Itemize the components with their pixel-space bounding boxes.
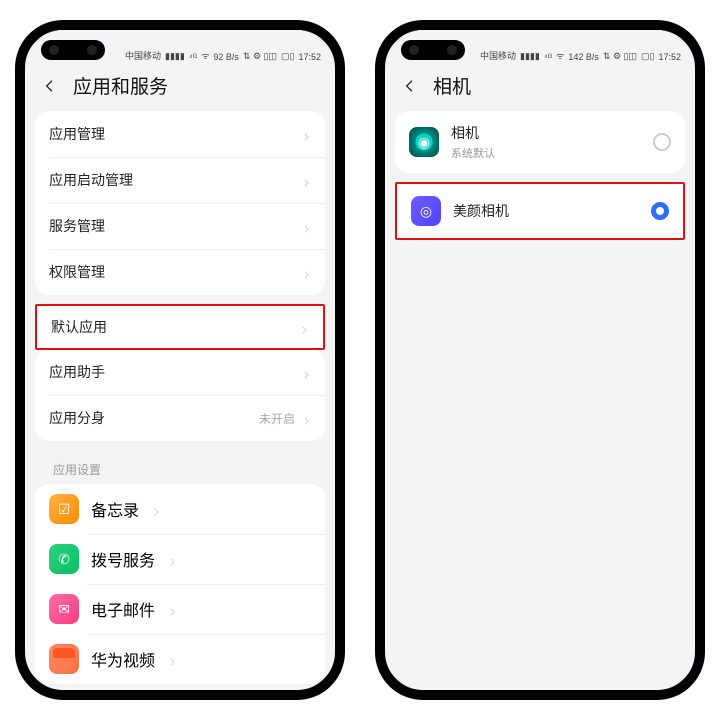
camera-notch xyxy=(401,40,465,60)
chevron-right-icon xyxy=(167,654,177,664)
phone-left: 中国移动 ▮▮▮▮ ⁴ᴳ ᯤ 92 B/s ⇅ ⚙ ▯◫ ▢▯ 17:52 应用… xyxy=(15,20,345,700)
net-icon: ⁴ᴳ xyxy=(544,52,552,62)
row-app-clone[interactable]: 应用分身 未开启 xyxy=(35,395,325,441)
memo-icon: ☑ xyxy=(49,494,79,524)
battery-icon: ▢▯ xyxy=(281,51,294,62)
camera-option-beauty-highlighted: ◎ 美颜相机 xyxy=(395,182,685,240)
chevron-right-icon xyxy=(167,604,177,614)
chevron-right-icon xyxy=(301,221,311,231)
camera-icon: ◉ xyxy=(409,127,439,157)
chevron-right-icon xyxy=(301,367,311,377)
signal-icon: ▮▮▮▮ xyxy=(520,51,540,62)
settings-group-1: 应用管理 应用启动管理 服务管理 权限管理 xyxy=(35,111,325,295)
option-camera[interactable]: ◉ 相机 系统默认 xyxy=(395,111,685,173)
signal-icon: ▮▮▮▮ xyxy=(165,51,185,62)
phone-icon: ✆ xyxy=(49,544,79,574)
video-icon xyxy=(49,644,79,674)
section-app-settings: 应用设置 xyxy=(35,451,325,484)
chevron-right-icon xyxy=(301,175,311,185)
status-icons: ⇅ ⚙ ▯◫ xyxy=(603,51,637,62)
clock: 17:52 xyxy=(658,52,681,62)
status-icons: ⇅ ⚙ ▯◫ xyxy=(243,51,277,62)
net-icon: ⁴ᴳ xyxy=(189,52,197,62)
default-camera-content: ◉ 相机 系统默认 ◎ 美颜相机 xyxy=(385,111,695,691)
mail-icon: ✉ xyxy=(49,594,79,624)
row-service-manage[interactable]: 服务管理 xyxy=(35,203,325,249)
net-speed: 92 B/s xyxy=(213,52,239,62)
phone-right: 中国移动 ▮▮▮▮ ⁴ᴳ ᯤ 142 B/s ⇅ ⚙ ▯◫ ▢▯ 17:52 相… xyxy=(375,20,705,700)
row-app-launch[interactable]: 应用启动管理 xyxy=(35,157,325,203)
chevron-right-icon xyxy=(301,129,311,139)
clone-value: 未开启 xyxy=(259,410,295,427)
back-icon[interactable] xyxy=(41,77,59,95)
page-header: 相机 xyxy=(385,64,695,111)
chevron-right-icon xyxy=(299,322,309,332)
option-beauty-camera[interactable]: ◎ 美颜相机 xyxy=(397,184,683,238)
camera-option-system: ◉ 相机 系统默认 xyxy=(395,111,685,173)
row-default-apps-highlighted[interactable]: 默认应用 xyxy=(35,304,325,350)
wifi-icon: ᯤ xyxy=(201,49,209,62)
settings-group-2: 应用助手 应用分身 未开启 xyxy=(35,349,325,441)
chevron-right-icon xyxy=(167,554,177,564)
settings-content: 应用管理 应用启动管理 服务管理 权限管理 默认应用 xyxy=(25,111,335,691)
carrier: 中国移动 xyxy=(480,49,516,62)
clock: 17:52 xyxy=(298,52,321,62)
beauty-camera-icon: ◎ xyxy=(411,196,441,226)
radio-unselected-icon[interactable] xyxy=(653,133,671,151)
settings-group-apps: ☑ 备忘录 ✆ 拨号服务 ✉ 电子邮件 华为视频 xyxy=(35,484,325,684)
app-row-huawei-video[interactable]: 华为视频 xyxy=(35,634,325,684)
app-row-memo[interactable]: ☑ 备忘录 xyxy=(35,484,325,534)
row-app-manage[interactable]: 应用管理 xyxy=(35,111,325,157)
app-row-dialer[interactable]: ✆ 拨号服务 xyxy=(35,534,325,584)
battery-icon: ▢▯ xyxy=(641,51,654,62)
camera-notch xyxy=(41,40,105,60)
chevron-right-icon xyxy=(301,267,311,277)
carrier: 中国移动 xyxy=(125,49,161,62)
page-header: 应用和服务 xyxy=(25,64,335,111)
wifi-icon: ᯤ xyxy=(556,49,564,62)
row-app-assistant[interactable]: 应用助手 xyxy=(35,349,325,395)
radio-selected-icon[interactable] xyxy=(651,202,669,220)
net-speed: 142 B/s xyxy=(568,52,599,62)
chevron-right-icon xyxy=(301,413,311,423)
row-permission-manage[interactable]: 权限管理 xyxy=(35,249,325,295)
page-title: 相机 xyxy=(433,72,471,99)
app-row-email[interactable]: ✉ 电子邮件 xyxy=(35,584,325,634)
back-icon[interactable] xyxy=(401,77,419,95)
page-title: 应用和服务 xyxy=(73,72,168,99)
chevron-right-icon xyxy=(151,504,161,514)
